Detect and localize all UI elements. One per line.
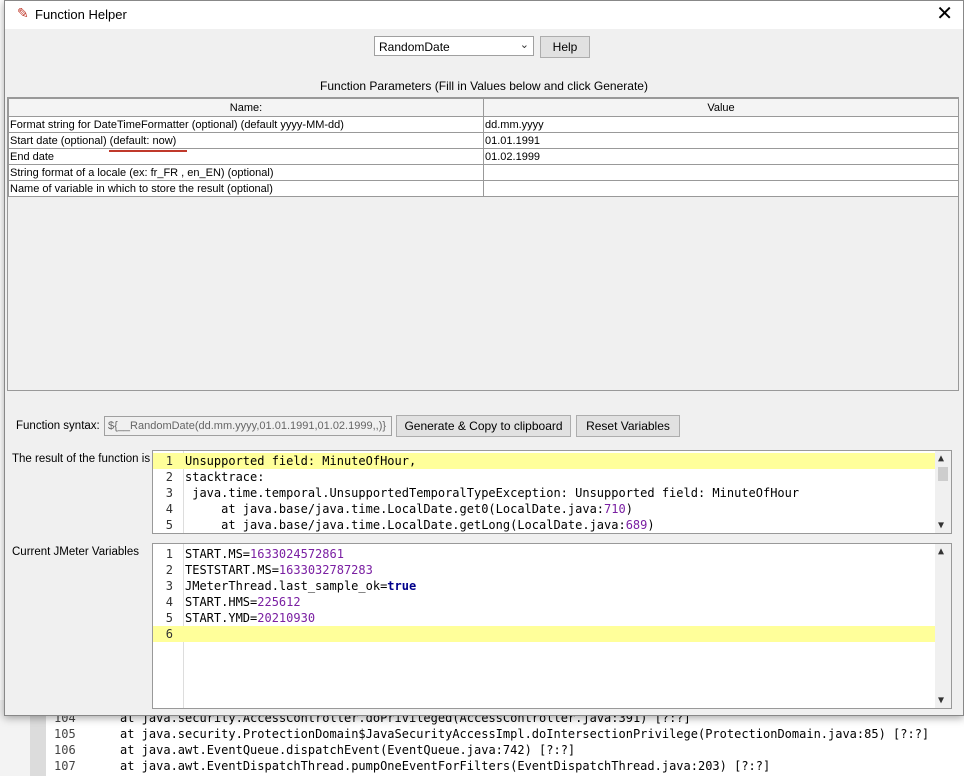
- background-log-gutter: [30, 712, 46, 776]
- log-line-number: 106: [54, 743, 76, 757]
- column-header-name[interactable]: Name:: [8, 98, 484, 117]
- param-value-cell[interactable]: [483, 164, 959, 181]
- code-text: START.MS=1633024572861: [185, 547, 344, 561]
- log-line-text: at java.awt.EventDispatchThread.pumpOneE…: [120, 759, 771, 773]
- code-line: 4 START.HMS=225612: [153, 594, 951, 610]
- background-log-lines: 104 at java.security.AccessController.doP…: [46, 710, 964, 776]
- param-name-cell: Name of variable in which to store the r…: [8, 180, 484, 197]
- line-number: 6: [165, 627, 173, 641]
- log-line-text: at java.security.ProtectionDomain$JavaSe…: [120, 727, 930, 741]
- code-text: Unsupported field: MinuteOfHour,: [185, 454, 417, 468]
- line-number: 4: [165, 502, 173, 516]
- parameters-caption: Function Parameters (Fill in Values belo…: [320, 79, 648, 93]
- line-number: 1: [165, 547, 173, 561]
- variables-label: Current JMeter Variables: [12, 546, 139, 558]
- code-text: at java.base/java.time.LocalDate.get0(Lo…: [185, 502, 633, 516]
- scroll-down-icon[interactable]: ▼: [938, 695, 944, 706]
- line-number: 4: [165, 595, 173, 609]
- line-number: 5: [165, 611, 173, 625]
- code-text: START.HMS=225612: [185, 595, 301, 609]
- code-text: TESTSTART.MS=1633032787283: [185, 563, 373, 577]
- result-textarea[interactable]: 1 Unsupported field: MinuteOfHour, 2 stack…: [152, 450, 952, 534]
- param-name-cell: End date: [8, 148, 484, 165]
- log-line: 105 at java.security.ProtectionDomain$Jav…: [46, 726, 964, 742]
- param-name-cell: Format string for DateTimeFormatter (opt…: [8, 116, 484, 133]
- scroll-down-icon[interactable]: ▼: [938, 520, 944, 531]
- param-value-cell[interactable]: [483, 180, 959, 197]
- code-line: 5 at java.base/java.time.LocalDate.getLo…: [153, 517, 951, 533]
- code-text: stacktrace:: [185, 470, 265, 484]
- parameters-panel: Name: Value Format string for DateTimeFo…: [7, 97, 959, 391]
- code-line: 4 at java.base/java.time.LocalDate.get0(…: [153, 501, 951, 517]
- log-line-number: 107: [54, 759, 76, 773]
- table-row: String format of a locale (ex: fr_FR , e…: [8, 164, 959, 181]
- code-text: JMeterThread.last_sample_ok=true: [185, 579, 417, 593]
- code-line: 5 START.YMD=20210930: [153, 610, 951, 626]
- title-bar: ✎ Function Helper ✕: [5, 1, 963, 29]
- code-line: 2 TESTSTART.MS=1633032787283: [153, 562, 951, 578]
- param-name-cell: Start date (optional) (default: now): [8, 132, 484, 149]
- red-underline-annotation: [109, 150, 187, 152]
- function-syntax-label: Function syntax:: [16, 420, 100, 432]
- generate-copy-button[interactable]: Generate & Copy to clipboard: [396, 415, 571, 437]
- code-text: java.time.temporal.UnsupportedTemporalTy…: [185, 486, 800, 500]
- parameters-table: Name: Value Format string for DateTimeFo…: [8, 98, 959, 197]
- code-line: 2 stacktrace:: [153, 469, 951, 485]
- line-number: 3: [165, 579, 173, 593]
- chevron-down-icon: ⌄: [519, 39, 529, 51]
- table-row: Name of variable in which to store the r…: [8, 180, 959, 197]
- function-select-value: RandomDate: [379, 40, 450, 54]
- close-button[interactable]: ✕: [936, 3, 953, 25]
- line-number: 2: [165, 563, 173, 577]
- param-value-cell[interactable]: 01.02.1999: [483, 148, 959, 165]
- function-select[interactable]: RandomDate ⌄: [374, 36, 534, 56]
- result-scrollbar[interactable]: ▲ ▼: [935, 451, 951, 533]
- param-name-cell: String format of a locale (ex: fr_FR , e…: [8, 164, 484, 181]
- code-text: at java.base/java.time.LocalDate.getLong…: [185, 518, 655, 532]
- log-line-number: 105: [54, 727, 76, 741]
- reset-variables-button[interactable]: Reset Variables: [576, 415, 680, 437]
- scroll-thumb[interactable]: [938, 467, 948, 481]
- table-header-row: Name: Value: [8, 98, 959, 117]
- scroll-up-icon[interactable]: ▲: [938, 546, 944, 557]
- param-value-cell[interactable]: 01.01.1991: [483, 132, 959, 149]
- variables-scrollbar[interactable]: ▲ ▼: [935, 544, 951, 708]
- result-label: The result of the function is: [12, 453, 151, 465]
- variables-textarea[interactable]: 1 START.MS=1633024572861 2 TESTSTART.MS=16…: [152, 543, 952, 709]
- param-value-cell[interactable]: dd.mm.yyyy: [483, 116, 959, 133]
- line-number: 3: [165, 486, 173, 500]
- line-number: 1: [165, 454, 173, 468]
- log-line: 107 at java.awt.EventDispatchThread.pumpO…: [46, 758, 964, 774]
- log-line: 106 at java.awt.EventQueue.dispatchEvent(…: [46, 742, 964, 758]
- feather-icon: ✎: [17, 5, 29, 21]
- function-syntax-field[interactable]: ${__RandomDate(dd.mm.yyyy,01.01.1991,01.…: [104, 416, 392, 436]
- code-line: 1 START.MS=1633024572861: [153, 546, 951, 562]
- table-row: Format string for DateTimeFormatter (opt…: [8, 116, 959, 133]
- code-line: 3 java.time.temporal.UnsupportedTemporal…: [153, 485, 951, 501]
- table-row: Start date (optional) (default: now) 01.…: [8, 132, 959, 149]
- function-helper-dialog: ✎ Function Helper ✕ RandomDate ⌄ Help Fu…: [4, 0, 964, 716]
- code-line: 6: [153, 626, 951, 642]
- code-line: 3 JMeterThread.last_sample_ok=true: [153, 578, 951, 594]
- code-line: 1 Unsupported field: MinuteOfHour,: [153, 453, 951, 469]
- window-title: Function Helper: [35, 7, 127, 22]
- column-header-value[interactable]: Value: [483, 98, 959, 117]
- scroll-up-icon[interactable]: ▲: [938, 453, 944, 464]
- line-number: 2: [165, 470, 173, 484]
- help-button[interactable]: Help: [540, 36, 590, 58]
- line-number: 5: [165, 518, 173, 532]
- log-line-text: at java.awt.EventQueue.dispatchEvent(Eve…: [120, 743, 576, 757]
- code-text: START.YMD=20210930: [185, 611, 316, 625]
